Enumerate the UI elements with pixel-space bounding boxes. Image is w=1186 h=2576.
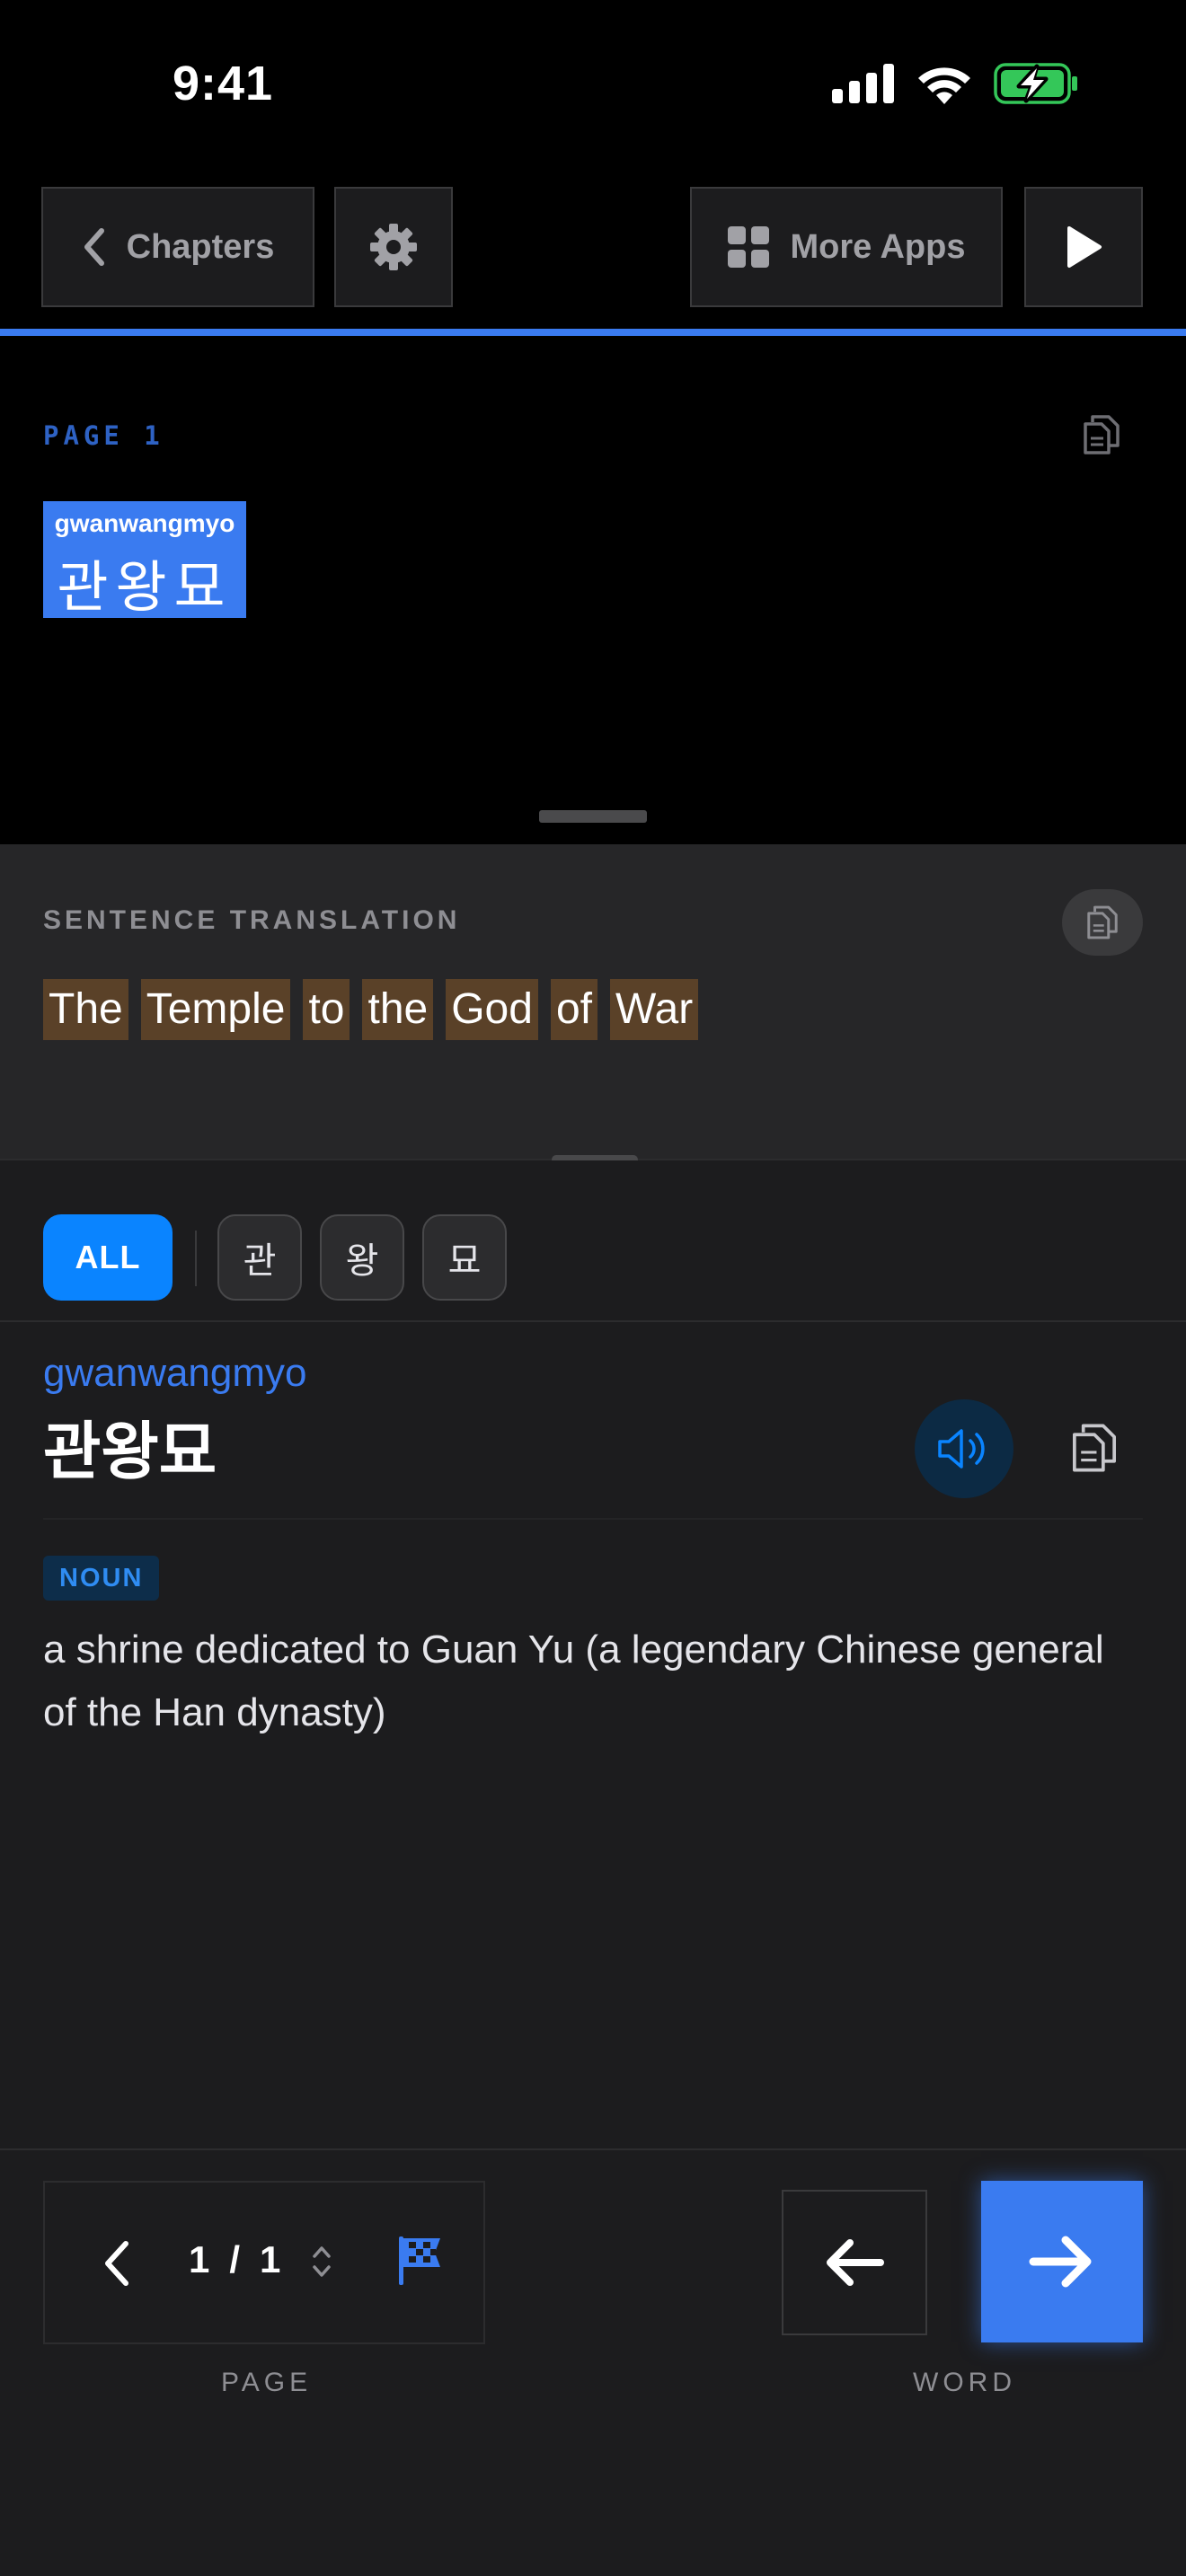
battery-charging-icon — [994, 63, 1077, 104]
copy-translation-button[interactable] — [1062, 889, 1143, 956]
reading-progress-bar — [0, 329, 1186, 336]
word-romanization: gwanwangmyo — [54, 509, 235, 537]
tab-divider — [195, 1231, 197, 1286]
arrow-left-icon — [827, 2239, 884, 2286]
page-label: PAGE 1 — [43, 420, 164, 451]
entry-divider — [43, 1518, 1143, 1520]
copy-icon — [1087, 905, 1118, 940]
chapters-label: Chapters — [126, 227, 275, 266]
page-separator: / — [229, 2238, 244, 2280]
translation-word[interactable]: The — [43, 979, 128, 1040]
translation-word[interactable]: to — [303, 979, 350, 1040]
translation-word[interactable]: of — [550, 979, 597, 1040]
tabs-divider — [0, 1320, 1186, 1322]
word-nav-label: WORD — [913, 2368, 1016, 2397]
status-time: 9:41 — [173, 57, 274, 110]
wifi-icon — [918, 67, 970, 104]
page-navigator: 1 / 1 — [43, 2181, 485, 2344]
dictionary-panel: ALL 관 왕 묘 gwanwangmyo 관왕묘 NOUN a shrine … — [0, 1160, 1186, 2576]
translation-word[interactable]: God — [446, 979, 538, 1040]
translation-section-label: SENTENCE TRANSLATION — [43, 905, 461, 935]
chevron-left-icon — [105, 2241, 128, 2286]
tab-character[interactable]: 관 — [217, 1214, 302, 1301]
copy-page-button[interactable] — [1078, 411, 1125, 463]
next-word-button[interactable] — [981, 2181, 1143, 2342]
checkered-flag-icon[interactable] — [395, 2233, 446, 2287]
page-nav-label: PAGE — [221, 2368, 313, 2397]
tab-character[interactable]: 묘 — [422, 1214, 507, 1301]
more-apps-button[interactable]: More Apps — [690, 187, 1003, 307]
settings-button[interactable] — [334, 187, 453, 307]
gear-icon — [370, 224, 417, 270]
signal-icon — [832, 64, 894, 103]
chevron-left-icon — [84, 228, 104, 266]
highlighted-word[interactable]: gwanwangmyo 관왕묘 — [43, 501, 246, 619]
play-button[interactable] — [1024, 187, 1143, 307]
grid-icon — [727, 226, 769, 268]
footer-divider — [0, 2148, 1186, 2150]
status-bar: 9:41 — [0, 0, 1186, 171]
translation-word[interactable]: the — [362, 979, 434, 1040]
page-total: 1 — [260, 2238, 285, 2280]
stepper-icon[interactable] — [311, 2244, 332, 2280]
arrow-right-icon — [1029, 2236, 1092, 2288]
more-apps-label: More Apps — [790, 227, 966, 266]
speaker-icon — [938, 1429, 985, 1469]
copy-icon — [1084, 415, 1120, 454]
page-current: 1 — [189, 2238, 214, 2280]
play-icon — [1067, 226, 1102, 268]
entry-definition: a shrine dedicated to Guan Yu (a legenda… — [43, 1628, 1104, 1734]
tab-character[interactable]: 왕 — [320, 1214, 404, 1301]
part-of-speech-badge: NOUN — [43, 1556, 160, 1601]
previous-word-button[interactable] — [782, 2190, 927, 2335]
copy-icon — [1073, 1424, 1116, 1472]
status-icons — [832, 63, 1078, 104]
page-selector[interactable]: 1 / 1 — [189, 2238, 284, 2281]
previous-page-button[interactable] — [81, 2228, 153, 2299]
entry-headword: 관왕묘 — [43, 1416, 217, 1486]
pronounce-button[interactable] — [915, 1399, 1013, 1498]
copy-entry-button[interactable] — [1058, 1412, 1130, 1484]
panel-drag-handle[interactable] — [539, 810, 647, 823]
entry-romanization: gwanwangmyo — [43, 1351, 307, 1395]
translation-word[interactable]: Temple — [140, 979, 291, 1040]
translation-words: The Temple to the God of War — [43, 979, 699, 1040]
tab-all[interactable]: ALL — [43, 1214, 173, 1301]
chapters-button[interactable]: Chapters — [41, 187, 314, 307]
translation-panel: SENTENCE TRANSLATION The Temple to the G… — [0, 844, 1186, 1160]
translation-word[interactable]: War — [609, 979, 699, 1040]
word-korean: 관왕묘 — [57, 557, 233, 619]
